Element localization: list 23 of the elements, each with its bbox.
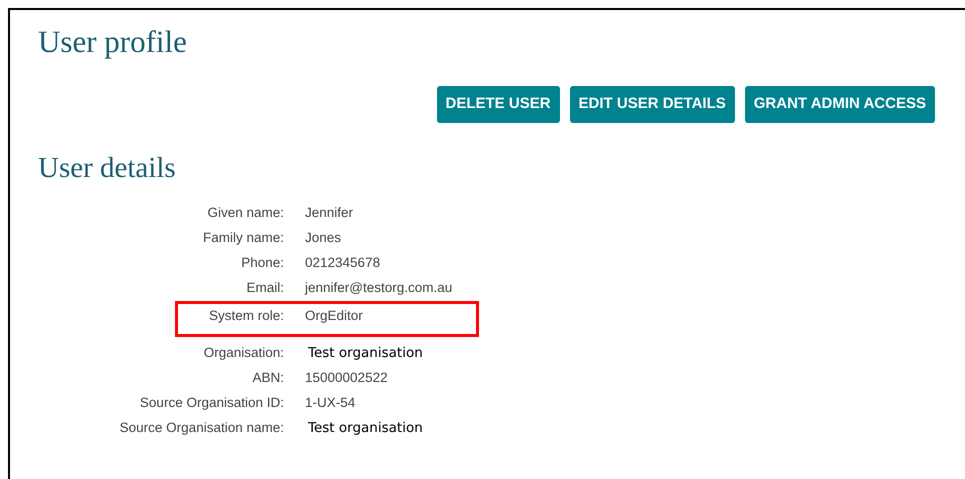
field-label: Family name: [202,229,284,248]
field-value: 15000002522 [305,369,388,388]
field-value: Test organisation [308,344,423,364]
field-value: Jones [305,229,342,248]
action-button[interactable]: GRANT ADMIN ACCESS [744,86,935,123]
action-button[interactable]: EDIT USER DETAILS [570,86,735,123]
page-title: User profile [38,24,187,60]
field-label: Source Organisation ID: [138,394,284,412]
field-label: ABN: [251,369,284,388]
field-value: Test organisation [308,419,423,438]
action-button[interactable]: DELETE USER [436,86,560,123]
field-label: Email: [245,279,284,298]
section-title: User details [38,151,176,185]
field-label: Organisation: [202,344,284,362]
field-value: 1-UX-54 [305,394,356,412]
field-value: 0212345678 [305,254,380,272]
field-value: jennifer@testorg.com.au [305,279,452,298]
field-label: Source Organisation name: [118,419,284,438]
field-value: Jennifer [305,204,354,222]
field-label: Given name: [206,204,284,222]
field-label: System role: [208,307,284,325]
field-value: OrgEditor [305,307,363,325]
field-label: Phone: [240,254,284,272]
